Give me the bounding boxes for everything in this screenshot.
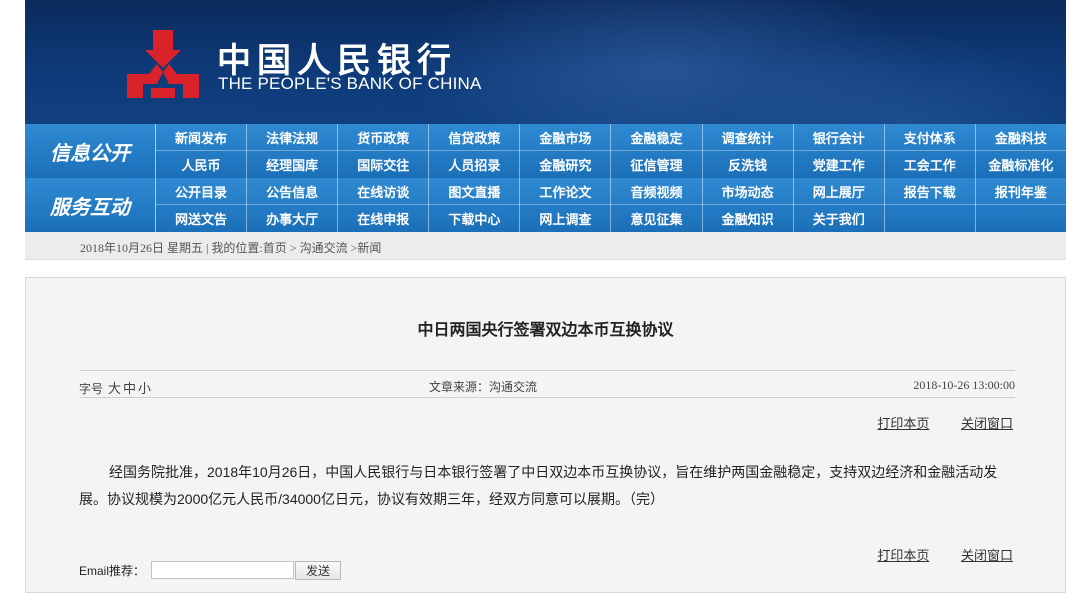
nav-item[interactable]: 信贷政策: [428, 124, 519, 151]
nav-item[interactable]: 国际交往: [337, 151, 428, 178]
nav-section-service: 服务互动 公开目录 公告信息 在线访谈 图文直播 工作论文 音频视频 市场动态 …: [25, 178, 1066, 232]
nav-item[interactable]: 人员招录: [428, 151, 519, 178]
nav-item[interactable]: 工作论文: [519, 178, 610, 205]
nav-item[interactable]: 金融市场: [519, 124, 610, 151]
pboc-emblem-icon[interactable]: [123, 28, 203, 100]
breadcrumb-arrow: >: [289, 241, 297, 255]
nav-item-empty: [974, 205, 1066, 232]
nav-item[interactable]: 在线访谈: [337, 178, 428, 205]
current-date: 2018年10月26日 星期五: [80, 241, 204, 255]
nav-item[interactable]: 在线申报: [337, 205, 428, 232]
breadcrumb-current[interactable]: 新闻: [357, 241, 381, 255]
nav-item[interactable]: 图文直播: [428, 178, 519, 205]
breadcrumb-section-link[interactable]: 沟通交流: [300, 241, 348, 255]
print-page-link[interactable]: 打印本页: [877, 416, 929, 431]
nav-item[interactable]: 金融研究: [519, 151, 610, 178]
nav-item[interactable]: 报刊年鉴: [974, 178, 1066, 205]
nav-item[interactable]: 办事大厅: [246, 205, 337, 232]
nav-grid: 公开目录 公告信息 在线访谈 图文直播 工作论文 音频视频 市场动态 网上展厅 …: [155, 178, 1066, 232]
nav-item[interactable]: 法律法规: [246, 124, 337, 151]
article-actions-bottom: 打印本页 关闭窗口: [849, 545, 1013, 564]
nav-item[interactable]: 金融科技: [974, 124, 1066, 151]
breadcrumb-bar: 2018年10月26日 星期五 | 我的位置:首页 > 沟通交流 >新闻: [25, 232, 1066, 260]
email-recommend: Email推荐： 发送: [79, 560, 342, 580]
nav-item[interactable]: 反洗钱: [701, 151, 793, 178]
article-source: 文章来源：沟通交流: [429, 380, 538, 394]
breadcrumb-separator: |: [206, 241, 209, 255]
nav-item[interactable]: 支付体系: [883, 124, 975, 151]
nav-item[interactable]: 下载中心: [428, 205, 519, 232]
nav-item[interactable]: 市场动态: [701, 178, 793, 205]
send-button[interactable]: 发送: [295, 560, 342, 580]
article-actions-top: 打印本页 关闭窗口: [849, 413, 1013, 432]
font-size-selector: 字号 大中小: [79, 378, 151, 397]
article-meta: 字号 大中小 文章来源：沟通交流 2018-10-26 13:00:00: [79, 370, 1015, 398]
nav-item[interactable]: 工会工作: [883, 151, 975, 178]
nav-item[interactable]: 金融标准化: [974, 151, 1066, 178]
nav-item[interactable]: 网送文告: [155, 205, 246, 232]
print-page-link[interactable]: 打印本页: [877, 548, 929, 563]
article-title: 中日两国央行签署双边本币互换协议: [417, 322, 674, 339]
nav-section-info: 信息公开 新闻发布 法律法规 货币政策 信贷政策 金融市场 金融稳定 调查统计 …: [25, 124, 1066, 178]
nav-item[interactable]: 音频视频: [610, 178, 701, 205]
nav-item[interactable]: 意见征集: [610, 205, 701, 232]
nav-item-empty: [883, 205, 975, 232]
site-header: 中国人民银行 THE PEOPLE'S BANK OF CHINA: [25, 0, 1066, 124]
email-label: Email推荐：: [79, 563, 146, 578]
nav-item[interactable]: 金融知识: [701, 205, 793, 232]
close-window-link[interactable]: 关闭窗口: [961, 548, 1013, 563]
breadcrumb-prefix: 我的位置:: [211, 241, 263, 255]
nav-item[interactable]: 网上调查: [519, 205, 610, 232]
breadcrumb-home-link[interactable]: 首页: [263, 241, 287, 255]
nav-section-title: 服务互动: [50, 196, 130, 219]
email-input[interactable]: [151, 561, 295, 579]
nav-item[interactable]: 网上展厅: [792, 178, 884, 205]
font-size-small[interactable]: 小: [138, 381, 151, 396]
font-size-large[interactable]: 大: [108, 381, 121, 396]
nav-grid: 新闻发布 法律法规 货币政策 信贷政策 金融市场 金融稳定 调查统计 银行会计 …: [155, 124, 1066, 178]
nav-item[interactable]: 调查统计: [701, 124, 793, 151]
nav-item[interactable]: 银行会计: [792, 124, 884, 151]
nav-item[interactable]: 人民币: [155, 151, 246, 178]
nav-item[interactable]: 报告下载: [883, 178, 975, 205]
close-window-link[interactable]: 关闭窗口: [961, 416, 1013, 431]
font-size-label: 字号: [79, 382, 104, 396]
nav-item[interactable]: 公开目录: [155, 178, 246, 205]
article-datetime: 2018-10-26 13:00:00: [913, 378, 1015, 392]
nav-item[interactable]: 征信管理: [610, 151, 701, 178]
nav-item[interactable]: 新闻发布: [155, 124, 246, 151]
article-body: 经国务院批准，2018年10月26日，中国人民银行与日本银行签署了中日双边本币互…: [79, 464, 998, 507]
site-title-en: THE PEOPLE'S BANK OF CHINA: [218, 74, 482, 93]
nav-item[interactable]: 党建工作: [792, 151, 884, 178]
font-size-medium[interactable]: 中: [123, 381, 136, 396]
nav-item[interactable]: 公告信息: [246, 178, 337, 205]
nav-item[interactable]: 关于我们: [792, 205, 884, 232]
breadcrumb: 2018年10月26日 星期五 | 我的位置:首页 > 沟通交流 >新闻: [80, 239, 381, 256]
nav-item[interactable]: 金融稳定: [610, 124, 701, 151]
nav-section-title: 信息公开: [50, 142, 130, 165]
nav-item[interactable]: 经理国库: [246, 151, 337, 178]
nav-item[interactable]: 货币政策: [337, 124, 428, 151]
article-panel: 中日两国央行签署双边本币互换协议 字号 大中小 文章来源：沟通交流 2018-1…: [25, 277, 1066, 593]
